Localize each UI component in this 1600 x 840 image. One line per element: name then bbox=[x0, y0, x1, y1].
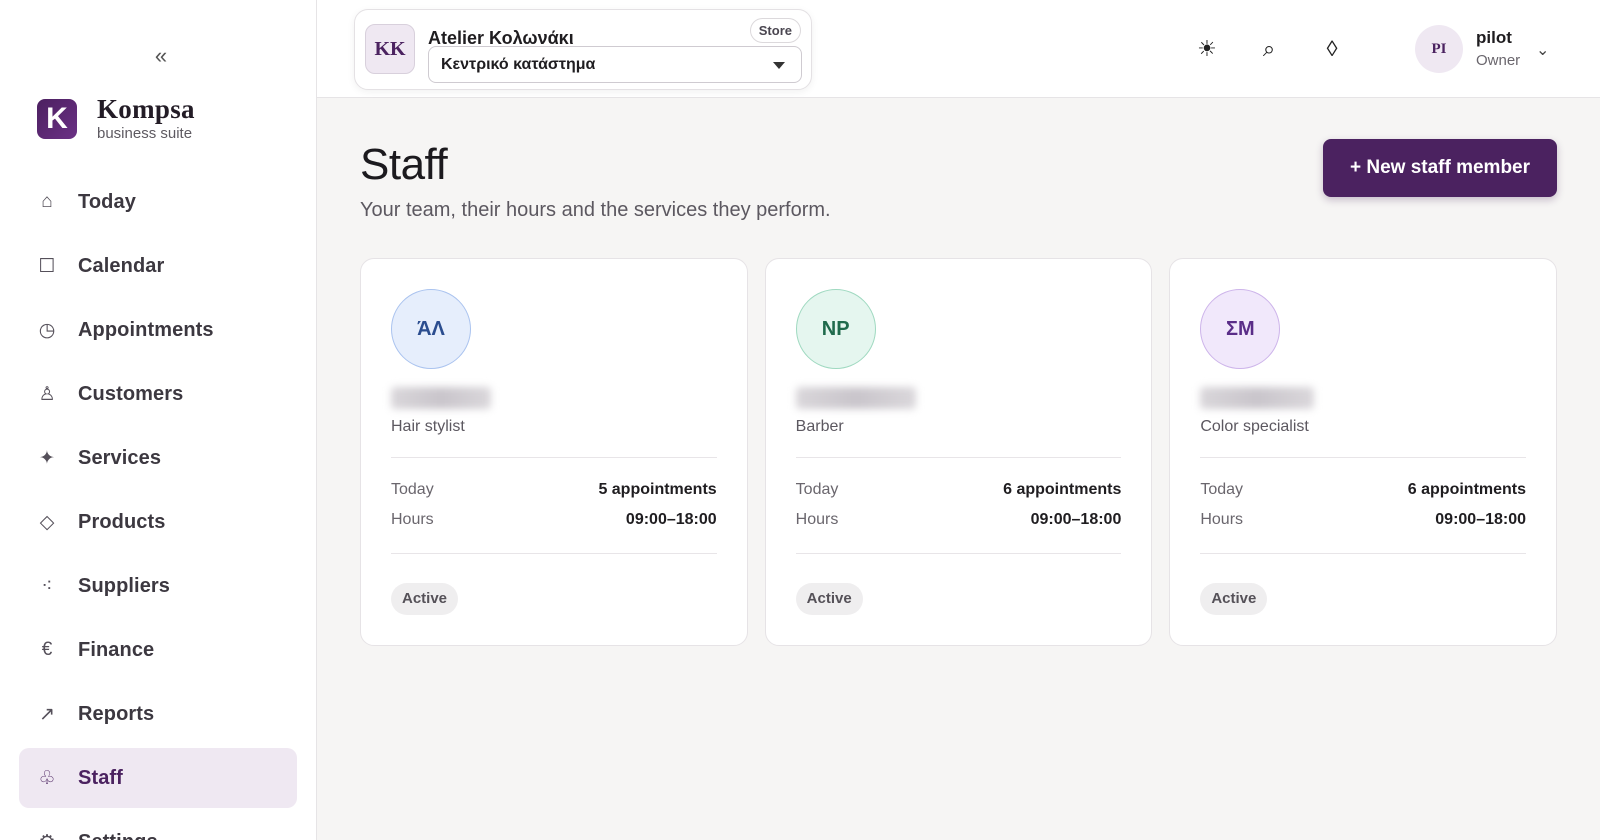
sidebar-item-label: Staff bbox=[78, 766, 123, 789]
hours-label: Hours bbox=[795, 511, 839, 528]
staff-avatar: ΆΛ bbox=[391, 289, 471, 369]
brand: K Kompsa business suite bbox=[37, 95, 195, 142]
today-label: Today bbox=[795, 481, 839, 498]
nodes-icon: ⁖ bbox=[41, 575, 53, 597]
page-title: Staff bbox=[360, 140, 448, 189]
staff-role: Barber bbox=[795, 418, 844, 435]
user-avatar[interactable]: PI bbox=[1415, 25, 1463, 73]
sidebar-item-suppliers[interactable]: ⁖ Suppliers bbox=[19, 556, 297, 616]
location-select[interactable]: Κεντρικό κατάστημα bbox=[428, 46, 802, 83]
sidebar-item-finance[interactable]: € Finance bbox=[19, 620, 297, 680]
today-appointments: 6 appointments bbox=[1003, 481, 1122, 498]
sidebar-item-label: Suppliers bbox=[78, 574, 171, 597]
status-badge: Active bbox=[1200, 583, 1268, 615]
sidebar-item-services[interactable]: ✦ Services bbox=[19, 428, 297, 488]
sidebar-item-label: Finance bbox=[78, 638, 155, 661]
sidebar-item-label: Services bbox=[78, 446, 162, 469]
staff-name-redacted bbox=[795, 387, 916, 409]
sidebar-item-calendar[interactable]: ☐ Calendar bbox=[19, 236, 297, 296]
person-icon: ♙ bbox=[38, 383, 56, 405]
sidebar-item-today[interactable]: ⌂ Today bbox=[19, 172, 297, 232]
sidebar-item-label: Customers bbox=[78, 382, 184, 405]
staff-name-redacted bbox=[1200, 387, 1315, 409]
sidebar-item-staff[interactable]: ♧ Staff bbox=[19, 748, 297, 808]
brand-logo: K bbox=[37, 98, 77, 139]
staff-card[interactable]: ΣΜ Color specialist Today 6 appointments Hou… bbox=[1169, 258, 1558, 646]
sidebar-item-label: Today bbox=[78, 190, 136, 213]
diamond-icon: ◇ bbox=[39, 511, 55, 533]
sidebar-item-label: Appointments bbox=[78, 318, 214, 341]
topbar: KK Atelier Κολωνάκι Store Κεντρικό κατάσ… bbox=[317, 0, 1600, 98]
sidebar-item-appointments[interactable]: ◷ Appointments bbox=[19, 300, 297, 360]
hours-label: Hours bbox=[391, 511, 434, 528]
status-badge: Active bbox=[795, 583, 863, 615]
staff-card[interactable]: ΝΡ Barber Today 6 appointments Hours 09:00–18… bbox=[764, 258, 1153, 646]
page-subtitle: Your team, their hours and the services … bbox=[360, 199, 831, 221]
staff-name-redacted bbox=[391, 387, 491, 409]
staff-role: Color specialist bbox=[1200, 418, 1309, 435]
today-label: Today bbox=[1200, 481, 1244, 498]
theme-toggle-icon[interactable]: ☀ bbox=[1192, 34, 1222, 64]
working-hours: 09:00–18:00 bbox=[1030, 511, 1122, 528]
clock-icon: ◷ bbox=[38, 319, 56, 341]
sidebar-item-reports[interactable]: ↗ Reports bbox=[19, 684, 297, 744]
staff-card[interactable]: ΆΛ Hair stylist Today 5 appointments Hours 09… bbox=[360, 258, 748, 646]
sidebar-nav: ⌂ Today ☐ Calendar ◷ Appointments ♙ Customers ✦ S… bbox=[19, 172, 297, 840]
sidebar-item-label: Calendar bbox=[78, 254, 165, 277]
today-label: Today bbox=[391, 481, 434, 498]
sparkle-icon: ✦ bbox=[39, 447, 55, 469]
location-select-value: Κεντρικό κατάστημα bbox=[441, 55, 596, 73]
caret-down-icon bbox=[773, 62, 785, 69]
divider bbox=[391, 457, 717, 458]
today-appointments: 6 appointments bbox=[1407, 481, 1527, 498]
staff-icon: ♧ bbox=[38, 767, 56, 789]
divider bbox=[1200, 553, 1527, 554]
hours-label: Hours bbox=[1200, 511, 1244, 528]
sidebar: « K Kompsa business suite ⌂ Today ☐ Calenda… bbox=[0, 0, 317, 840]
collapse-sidebar-icon[interactable]: « bbox=[149, 44, 173, 68]
divider bbox=[1200, 457, 1527, 458]
today-appointments: 5 appointments bbox=[598, 481, 717, 498]
arrow-up-right-icon: ↗ bbox=[39, 703, 55, 725]
sidebar-item-label: Settings bbox=[78, 831, 158, 840]
user-name[interactable]: pilot bbox=[1476, 28, 1512, 48]
calendar-icon: ☐ bbox=[38, 255, 56, 277]
brand-subtitle: business suite bbox=[97, 125, 193, 142]
euro-icon: € bbox=[41, 639, 53, 660]
search-icon[interactable]: ⌕ bbox=[1254, 34, 1284, 64]
diamond-icon[interactable]: ◊ bbox=[1317, 34, 1347, 64]
brand-name: Kompsa bbox=[97, 94, 195, 124]
store-switcher: KK Atelier Κολωνάκι Store Κεντρικό κατάσ… bbox=[354, 9, 812, 90]
status-badge: Active bbox=[391, 583, 459, 615]
staff-cards: ΆΛ Hair stylist Today 5 appointments Hours 09… bbox=[360, 258, 1558, 646]
chevron-down-icon[interactable]: ⌄ bbox=[1536, 40, 1549, 60]
sidebar-item-products[interactable]: ◇ Products bbox=[19, 492, 297, 552]
new-staff-member-button[interactable]: + New staff member bbox=[1323, 139, 1557, 197]
divider bbox=[391, 553, 717, 554]
sidebar-item-customers[interactable]: ♙ Customers bbox=[19, 364, 297, 424]
store-tag: Store bbox=[749, 18, 801, 43]
staff-avatar: ΝΡ bbox=[795, 289, 876, 369]
staff-role: Hair stylist bbox=[391, 418, 465, 435]
divider bbox=[795, 457, 1122, 458]
sidebar-item-settings[interactable]: ⚙ Settings bbox=[19, 812, 297, 840]
store-badge: KK bbox=[365, 24, 415, 74]
gear-icon: ⚙ bbox=[37, 831, 57, 840]
sidebar-item-label: Reports bbox=[78, 702, 155, 725]
divider bbox=[795, 553, 1122, 554]
user-role: Owner bbox=[1476, 52, 1521, 69]
working-hours: 09:00–18:00 bbox=[625, 511, 717, 528]
working-hours: 09:00–18:00 bbox=[1435, 511, 1527, 528]
sidebar-item-label: Products bbox=[78, 510, 166, 533]
staff-avatar: ΣΜ bbox=[1200, 289, 1281, 369]
home-icon: ⌂ bbox=[41, 191, 53, 212]
